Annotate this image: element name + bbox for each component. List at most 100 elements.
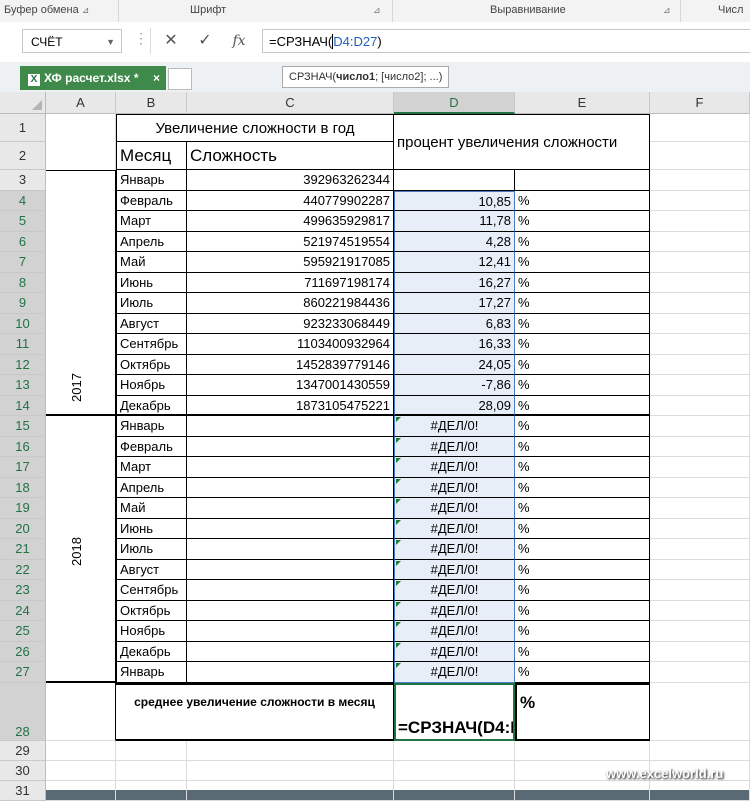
month-cell[interactable]: Февраль [116,436,187,457]
name-box[interactable]: СЧЁТ ▼ [22,29,122,53]
complexity-cell[interactable]: 860221984436 [187,293,394,314]
unit-cell[interactable] [515,170,650,191]
percent-cell[interactable]: 4,28 [394,231,515,252]
complexity-cell[interactable] [187,580,394,601]
column-header-b[interactable]: B [116,92,187,114]
row-header[interactable]: 2 [0,142,46,170]
complexity-cell[interactable]: 440779902287 [187,190,394,211]
month-cell[interactable]: Октябрь [116,354,187,375]
month-cell[interactable]: Январь [116,662,187,683]
empty-cell[interactable] [187,760,394,781]
header-percent-cell[interactable]: процент увеличения сложности [394,114,650,170]
month-cell[interactable]: Июль [116,539,187,560]
complexity-cell[interactable] [187,600,394,621]
unit-cell[interactable]: % [515,416,650,437]
percent-cell[interactable]: #ДЕЛ/0! [394,518,515,539]
row-header[interactable]: 14 [0,395,46,416]
month-cell[interactable]: Март [116,457,187,478]
chevron-down-icon[interactable]: ▼ [106,30,115,54]
row-header[interactable]: 16 [0,436,46,457]
percent-cell[interactable]: 11,78 [394,211,515,232]
month-cell[interactable]: Май [116,498,187,519]
row-header[interactable]: 31 [0,780,46,801]
formula-input[interactable]: =СРЗНАЧ(D4:D27) [262,29,750,53]
empty-cell[interactable] [650,780,750,801]
summary-label-cell[interactable]: среднее увеличение сложности в месяц [116,682,394,741]
cell-f[interactable] [650,498,750,519]
insert-function-icon[interactable]: fx [226,30,252,52]
cell-f[interactable] [650,518,750,539]
complexity-cell[interactable] [187,518,394,539]
row-header[interactable]: 10 [0,313,46,334]
complexity-cell[interactable] [187,539,394,560]
cell-f[interactable] [650,334,750,355]
header-title-cell[interactable]: Увеличение сложности в год [116,114,394,142]
month-cell[interactable]: Июль [116,293,187,314]
cell-f28[interactable] [650,682,750,741]
cell-f2[interactable] [650,142,750,170]
empty-cell[interactable] [116,760,187,781]
percent-cell[interactable]: #ДЕЛ/0! [394,580,515,601]
unit-cell[interactable]: % [515,395,650,416]
cell-f[interactable] [650,375,750,396]
month-cell[interactable]: Ноябрь [116,375,187,396]
row-header[interactable]: 21 [0,539,46,560]
empty-cell[interactable] [394,740,515,761]
row-header[interactable]: 7 [0,252,46,273]
row-header[interactable]: 27 [0,662,46,683]
row-header[interactable]: 25 [0,621,46,642]
percent-cell[interactable]: #ДЕЛ/0! [394,416,515,437]
cell-f[interactable] [650,600,750,621]
row-header[interactable]: 4 [0,190,46,211]
empty-cell[interactable] [394,780,515,801]
header-complexity-cell[interactable]: Сложность [187,142,394,170]
cell-f[interactable] [650,416,750,437]
unit-cell[interactable]: % [515,354,650,375]
complexity-cell[interactable] [187,477,394,498]
unit-cell[interactable]: % [515,559,650,580]
row-header[interactable]: 15 [0,416,46,437]
close-tab-icon[interactable]: × [153,66,160,90]
empty-cell[interactable] [116,740,187,761]
percent-cell[interactable]: 6,83 [394,313,515,334]
percent-cell[interactable]: -7,86 [394,375,515,396]
cell-f[interactable] [650,559,750,580]
row-header[interactable]: 8 [0,272,46,293]
complexity-cell[interactable] [187,436,394,457]
empty-cell[interactable] [116,780,187,801]
complexity-cell[interactable] [187,498,394,519]
complexity-cell[interactable]: 499635929817 [187,211,394,232]
month-cell[interactable]: Март [116,211,187,232]
unit-cell[interactable]: % [515,313,650,334]
cell-a28[interactable] [46,682,116,741]
unit-cell[interactable]: % [515,334,650,355]
enter-icon[interactable]: ✓ [192,30,218,52]
month-cell[interactable]: Апрель [116,231,187,252]
percent-cell[interactable]: 24,05 [394,354,515,375]
header-month-cell[interactable]: Месяц [116,142,187,170]
empty-cell[interactable] [46,740,116,761]
unit-cell[interactable]: % [515,252,650,273]
unit-cell[interactable]: % [515,498,650,519]
complexity-cell[interactable] [187,457,394,478]
column-header-c[interactable]: C [187,92,394,114]
complexity-cell[interactable] [187,559,394,580]
percent-cell[interactable]: 17,27 [394,293,515,314]
unit-cell[interactable]: % [515,580,650,601]
row-header[interactable]: 5 [0,211,46,232]
unit-cell[interactable]: % [515,621,650,642]
row-header[interactable]: 26 [0,641,46,662]
cell-f[interactable] [650,272,750,293]
cell-f[interactable] [650,662,750,683]
unit-cell[interactable]: % [515,375,650,396]
percent-cell[interactable]: #ДЕЛ/0! [394,457,515,478]
month-cell[interactable]: Сентябрь [116,580,187,601]
cell-f[interactable] [650,539,750,560]
row-header[interactable]: 30 [0,760,46,781]
row-header[interactable]: 22 [0,559,46,580]
row-header[interactable]: 23 [0,580,46,601]
month-cell[interactable]: Август [116,313,187,334]
percent-cell[interactable]: #ДЕЛ/0! [394,600,515,621]
summary-unit-cell[interactable]: % [515,682,650,741]
empty-cell[interactable] [515,780,650,801]
